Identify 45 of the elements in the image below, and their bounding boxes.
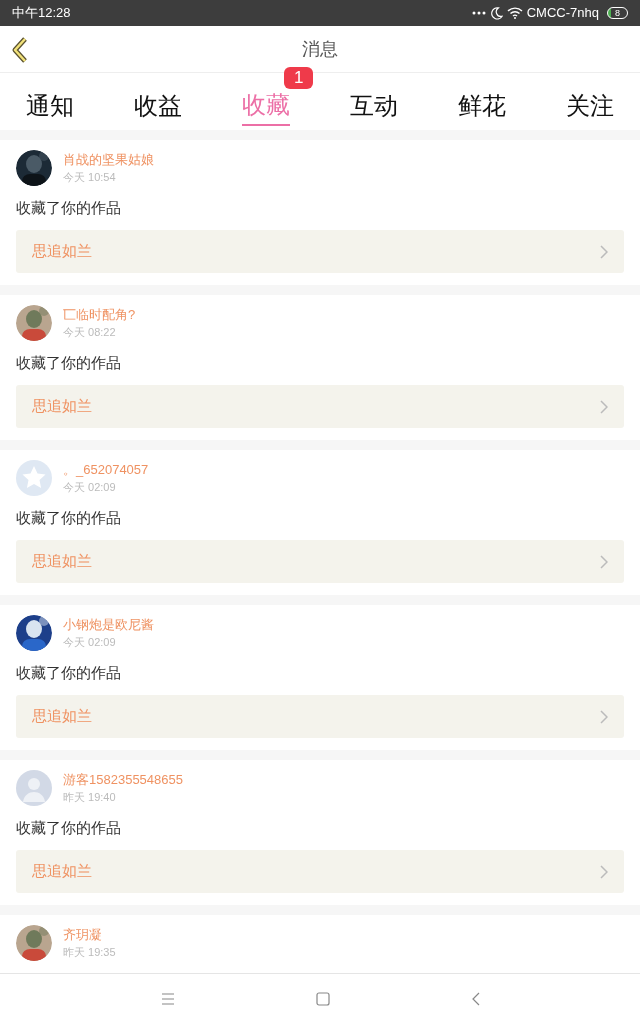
tab[interactable]: 鲜花 xyxy=(458,73,506,126)
home-button[interactable] xyxy=(315,992,330,1006)
tab[interactable]: 关注 xyxy=(566,73,614,126)
network-name: CMCC-7nhq xyxy=(526,4,599,23)
person-avatar-icon xyxy=(16,770,52,806)
message-time: 昨天 19:40 xyxy=(63,790,117,805)
work-link[interactable]: 思追如兰 xyxy=(16,230,624,273)
message-text: 收藏了你的作品 xyxy=(16,353,122,373)
user-name[interactable]: 小钢炮是欧尼酱 xyxy=(63,616,154,634)
tab[interactable]: 通知 xyxy=(26,73,74,126)
message-time: 今天 10:54 xyxy=(63,170,117,185)
battery-icon: 8 xyxy=(607,7,628,19)
page-title: 消息 xyxy=(302,37,338,61)
message-text: 收藏了你的作品 xyxy=(16,818,122,838)
back-button[interactable] xyxy=(10,36,30,64)
user-name[interactable]: 游客1582355548655 xyxy=(63,771,183,789)
chevron-right-icon xyxy=(600,399,608,414)
chevron-right-icon xyxy=(600,554,608,569)
message-time: 昨天 19:35 xyxy=(63,945,116,960)
chevron-right-icon xyxy=(600,244,608,259)
user-name[interactable]: 。_652074057 xyxy=(63,461,149,479)
tab[interactable]: 互动 xyxy=(350,73,398,126)
tab[interactable]: 收益 xyxy=(134,73,182,126)
user-name[interactable]: 齐玥凝 xyxy=(63,926,116,944)
message-time: 今天 02:09 xyxy=(63,480,117,495)
work-link[interactable]: 思追如兰 xyxy=(16,540,624,583)
chevron-right-icon xyxy=(600,709,608,724)
moon-icon xyxy=(489,6,503,20)
wifi-icon xyxy=(506,7,523,19)
back-nav-button[interactable] xyxy=(470,992,480,1006)
dots-icon xyxy=(471,11,486,15)
message-text: 收藏了你的作品 xyxy=(16,508,122,528)
work-link[interactable]: 思追如兰 xyxy=(16,695,624,738)
work-link[interactable]: 思追如兰 xyxy=(16,850,624,893)
message-time: 今天 08:22 xyxy=(63,325,117,340)
message-text: 收藏了你的作品 xyxy=(16,198,122,218)
chevron-right-icon xyxy=(600,864,608,879)
message-time: 今天 02:09 xyxy=(63,635,117,650)
user-name[interactable]: 肖战的坚果姑娘 xyxy=(63,151,154,169)
work-link[interactable]: 思追如兰 xyxy=(16,385,624,428)
message-text: 收藏了你的作品 xyxy=(16,663,122,683)
status-time: 中午12:28 xyxy=(12,4,71,23)
count-badge: 1 xyxy=(284,67,314,89)
star-avatar-icon xyxy=(16,460,52,496)
user-name[interactable]: 匸临时配角? xyxy=(63,306,136,324)
